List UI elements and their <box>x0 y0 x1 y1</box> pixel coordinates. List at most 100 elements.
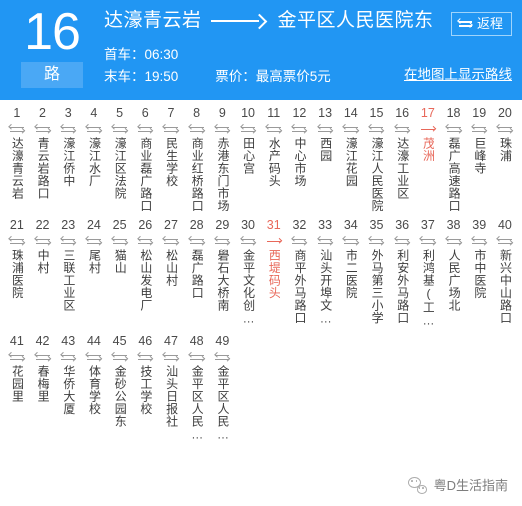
stop-number: 23 <box>61 218 76 232</box>
stop-number: 14 <box>343 106 358 120</box>
stop-item[interactable]: 19 巨峰寺 <box>466 100 492 212</box>
two-way-arrow-icon <box>496 124 514 135</box>
stop-item[interactable]: 5 濠江区法院 <box>107 100 133 212</box>
stop-item[interactable]: 45 金砂公园东 <box>107 328 133 442</box>
stop-item[interactable]: 33 汕头开埠文… <box>312 212 338 328</box>
two-way-arrow-icon <box>342 236 360 247</box>
stop-name: 汕头开埠文… <box>318 249 332 326</box>
stop-item[interactable]: 28 磊广路口 <box>184 212 210 328</box>
stop-item[interactable]: 13 西园 <box>312 100 338 212</box>
stop-name: 达濠工业区 <box>395 137 409 200</box>
stop-item[interactable]: 31 西堤码头 <box>261 212 287 328</box>
two-way-arrow-icon <box>419 236 437 247</box>
stop-item[interactable]: 7 民生学校 <box>158 100 184 212</box>
swap-direction-icon <box>457 18 474 29</box>
stop-name: 西堤码头 <box>267 249 281 299</box>
stop-item[interactable]: 24 尾村 <box>81 212 107 328</box>
stop-item[interactable]: 10 田心宫 <box>235 100 261 212</box>
stop-item[interactable]: 3 濠江侨中 <box>55 100 81 212</box>
stop-name: 水产码头 <box>267 137 281 187</box>
stop-name: 商业红桥路口 <box>190 137 204 212</box>
stop-item[interactable]: 16 达濠工业区 <box>389 100 415 212</box>
two-way-arrow-icon <box>393 236 411 247</box>
stop-item[interactable]: 46 技工学校 <box>132 328 158 442</box>
stop-item[interactable]: 26 松山发电厂 <box>132 212 158 328</box>
stop-item[interactable]: 27 松山村 <box>158 212 184 328</box>
show-route-on-map-link[interactable]: 在地图上显示路线 <box>404 66 512 84</box>
stop-item[interactable]: 22 中村 <box>30 212 56 328</box>
stop-item[interactable]: 43 华侨大厦 <box>55 328 81 442</box>
stop-name: 茂洲 <box>421 137 435 162</box>
stop-item[interactable]: 36 利安外马路口 <box>389 212 415 328</box>
stop-item[interactable]: 18 磊广高速路口 <box>441 100 467 212</box>
stop-item[interactable]: 39 市中医院 <box>466 212 492 328</box>
stop-number: 2 <box>39 106 46 120</box>
stop-item-placeholder <box>492 328 518 442</box>
stop-number: 20 <box>497 106 512 120</box>
footer-account: 粤D生活指南 <box>0 464 522 506</box>
two-way-arrow-icon <box>214 124 231 135</box>
stop-name: 体育学校 <box>87 365 101 415</box>
two-way-arrow-icon <box>8 352 26 363</box>
stop-item-placeholder <box>415 328 441 442</box>
two-way-arrow-icon <box>59 124 77 135</box>
stop-item[interactable]: 20 珠浦 <box>492 100 518 212</box>
last-bus-time: 末车：19:50 <box>104 69 179 84</box>
stop-item[interactable]: 44 体育学校 <box>81 328 107 442</box>
stop-item[interactable]: 30 金平文化创… <box>235 212 261 328</box>
stop-item[interactable]: 17 茂洲 <box>415 100 441 212</box>
stop-item[interactable]: 21 珠浦医院 <box>4 212 30 328</box>
return-trip-button[interactable]: 返程 <box>450 12 512 36</box>
two-way-arrow-icon <box>137 236 154 247</box>
stop-item[interactable]: 9 赤港东门市场 <box>210 100 236 212</box>
stop-name: 濠江花园 <box>344 137 358 187</box>
stop-item[interactable]: 38 人民广场北 <box>441 212 467 328</box>
stop-name: 市二医院 <box>344 249 358 299</box>
stop-item[interactable]: 42 春梅里 <box>30 328 56 442</box>
stop-item[interactable]: 15 濠江人民医院 <box>364 100 390 212</box>
stop-number: 40 <box>497 218 512 232</box>
stop-number: 39 <box>472 218 487 232</box>
stop-item[interactable]: 2 青云岩路口 <box>30 100 56 212</box>
stop-name: 赤港东门市场 <box>215 137 229 212</box>
stop-item[interactable]: 25 猫山 <box>107 212 133 328</box>
route-header: 16 路 达濠青云岩 金平区人民医院东 返程 首车：06:30 末车：19:50… <box>0 0 522 100</box>
stop-number: 11 <box>267 106 281 120</box>
route-title: 达濠青云岩 金平区人民医院东 <box>104 8 434 34</box>
two-way-arrow-icon <box>111 124 128 135</box>
stop-item-placeholder <box>466 328 492 442</box>
stop-item[interactable]: 37 利鸿基(工… <box>415 212 441 328</box>
stop-item[interactable]: 14 濠江花园 <box>338 100 364 212</box>
stop-item[interactable]: 29 礐石大桥南 <box>210 212 236 328</box>
bus-route-card: 16 路 达濠青云岩 金平区人民医院东 返程 首车：06:30 末车：19:50… <box>0 0 522 506</box>
stop-item[interactable]: 41 花园里 <box>4 328 30 442</box>
stop-name: 青云岩路口 <box>36 137 50 200</box>
stop-name: 利鸿基(工… <box>421 249 435 328</box>
two-way-arrow-icon <box>85 124 103 135</box>
stop-item[interactable]: 32 商平外马路口 <box>287 212 313 328</box>
stop-item[interactable]: 49 金平区人民… <box>210 328 236 442</box>
stop-number: 19 <box>472 106 487 120</box>
two-way-arrow-icon <box>470 236 488 247</box>
stop-item[interactable]: 40 新兴中山路口 <box>492 212 518 328</box>
stop-item[interactable]: 11 水产码头 <box>261 100 287 212</box>
stop-item[interactable]: 4 濠江水厂 <box>81 100 107 212</box>
stop-item[interactable]: 12 中心市场 <box>287 100 313 212</box>
route-number: 16 <box>24 3 81 61</box>
stop-item[interactable]: 47 汕头日报社 <box>158 328 184 442</box>
fare-info: 票价：最高票价5元 <box>215 69 331 84</box>
stop-item[interactable]: 23 三联工业区 <box>55 212 81 328</box>
stop-item[interactable]: 35 外马第三小学 <box>364 212 390 328</box>
show-route-on-map-label: 在地图上显示路线 <box>404 67 512 82</box>
stop-item[interactable]: 34 市二医院 <box>338 212 364 328</box>
stop-item[interactable]: 1 达濠青云岩 <box>4 100 30 212</box>
stop-name: 新兴中山路口 <box>498 249 512 324</box>
stop-item-placeholder <box>441 328 467 442</box>
two-way-arrow-icon <box>137 124 154 135</box>
stop-item[interactable]: 6 商业磊广路口 <box>132 100 158 212</box>
stop-item[interactable]: 8 商业红桥路口 <box>184 100 210 212</box>
stop-item-placeholder <box>364 328 390 442</box>
stop-item[interactable]: 48 金平区人民… <box>184 328 210 442</box>
two-way-arrow-icon <box>59 236 77 247</box>
stop-name: 商业磊广路口 <box>138 137 152 212</box>
